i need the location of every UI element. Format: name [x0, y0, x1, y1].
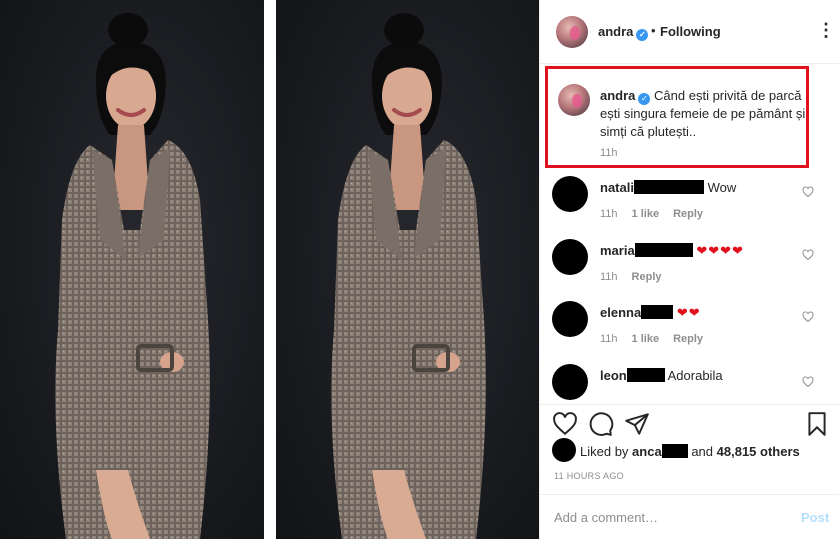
- woman-in-plaid-coat-illustration: [331, 13, 486, 539]
- comment-line: maria ❤❤❤❤: [600, 243, 744, 259]
- liker-avatar[interactable]: [552, 438, 576, 462]
- comment-line: natali Wow: [600, 180, 736, 195]
- heart-icon[interactable]: [802, 186, 814, 198]
- likes-count[interactable]: 48,815 others: [717, 444, 800, 459]
- comment-meta: 11h Reply: [600, 271, 676, 283]
- bookmark-icon[interactable]: [804, 411, 830, 437]
- redaction-bar: [634, 243, 693, 257]
- redaction-bar: [633, 180, 704, 194]
- caption-highlight-box: andra ✓ Când ești privită de parcă ești s…: [545, 66, 809, 168]
- add-comment-input[interactable]: Add a comment…: [554, 510, 658, 525]
- following-button[interactable]: Following: [660, 24, 721, 39]
- caption-avatar[interactable]: [558, 84, 590, 116]
- comment-meta: 11h 1 like Reply: [600, 208, 717, 220]
- post-header: andra ✓ • Following: [540, 0, 839, 64]
- comment-avatar[interactable]: [552, 301, 588, 337]
- comment-username[interactable]: elenna: [600, 305, 641, 320]
- reply-button[interactable]: Reply: [632, 271, 662, 283]
- heart-emoji-icon: ❤❤: [676, 305, 701, 320]
- post-photo-right[interactable]: [276, 0, 540, 539]
- owner-username[interactable]: andra ✓: [598, 24, 649, 41]
- more-options-icon[interactable]: ⋮: [817, 20, 835, 41]
- liked-by-prefix: Liked by: [580, 444, 629, 459]
- comments-list[interactable]: andra ✓ Când ești privită de parcă ești s…: [540, 64, 839, 404]
- comment-likes[interactable]: 1 like: [632, 333, 660, 345]
- reply-button[interactable]: Reply: [673, 208, 703, 220]
- comment-line: leon Adorabila: [600, 368, 723, 383]
- heart-icon[interactable]: [802, 376, 814, 388]
- redaction-bar: [661, 444, 688, 458]
- comment-item: elenna ❤❤ 11h 1 like Reply: [540, 301, 839, 363]
- caption-username[interactable]: andra: [600, 88, 635, 103]
- comment-time[interactable]: 11h: [600, 271, 618, 283]
- post-side-panel: andra ✓ • Following andra ✓ Când ești priv…: [539, 0, 839, 539]
- post-button[interactable]: Post: [801, 510, 829, 525]
- photo-divider: [264, 0, 276, 539]
- comment-line: elenna ❤❤: [600, 305, 701, 321]
- post-time-ago[interactable]: 11 HOURS AGO: [554, 471, 624, 481]
- comment-item: natali Wow 11h 1 like Reply: [540, 176, 839, 238]
- verified-badge-icon: ✓: [638, 93, 651, 105]
- heart-icon[interactable]: [552, 411, 578, 437]
- owner-username-text[interactable]: andra: [598, 24, 633, 39]
- reply-button[interactable]: Reply: [673, 333, 703, 345]
- verified-badge-icon: ✓: [636, 29, 649, 41]
- owner-avatar[interactable]: [556, 16, 588, 48]
- separator-dot: •: [651, 23, 656, 38]
- add-comment-bar: Add a comment… Post: [540, 494, 839, 539]
- comment-icon[interactable]: [588, 411, 614, 437]
- comment-likes[interactable]: 1 like: [632, 208, 660, 220]
- comment-avatar[interactable]: [552, 176, 588, 212]
- comment-text: Adorabila: [667, 368, 723, 383]
- share-icon[interactable]: [624, 411, 650, 437]
- comment-username[interactable]: maria: [600, 243, 635, 258]
- comment-item: maria ❤❤❤❤ 11h Reply: [540, 239, 839, 301]
- liker-username[interactable]: anca: [632, 444, 662, 459]
- comment-meta: 11h 1 like Reply: [600, 333, 717, 345]
- comment-username[interactable]: natali: [600, 180, 634, 195]
- post-actions: Liked by anca and 48,815 others 11 HOURS…: [540, 404, 839, 494]
- post-photo-area: [0, 0, 540, 539]
- caption-text: andra ✓ Când ești privită de parcă ești s…: [600, 87, 806, 141]
- heart-emoji-icon: ❤❤❤❤: [696, 243, 744, 258]
- comment-time[interactable]: 11h: [600, 333, 618, 345]
- liked-by-middle: and: [691, 444, 714, 459]
- comment-item: leon Adorabila: [540, 364, 839, 404]
- post-photo-left[interactable]: [0, 0, 264, 539]
- comment-time[interactable]: 11h: [600, 208, 618, 220]
- liked-by-text: Liked by anca and 48,815 others: [580, 444, 800, 459]
- comment-text: Wow: [707, 180, 737, 195]
- comment-avatar[interactable]: [552, 364, 588, 400]
- redaction-bar: [641, 305, 674, 319]
- heart-icon[interactable]: [802, 311, 814, 323]
- heart-icon[interactable]: [802, 249, 814, 261]
- woman-in-plaid-coat-illustration: [55, 13, 210, 539]
- redaction-bar: [626, 368, 665, 382]
- comment-avatar[interactable]: [552, 239, 588, 275]
- comment-username[interactable]: leon: [600, 368, 627, 383]
- caption-time[interactable]: 11h: [600, 147, 618, 159]
